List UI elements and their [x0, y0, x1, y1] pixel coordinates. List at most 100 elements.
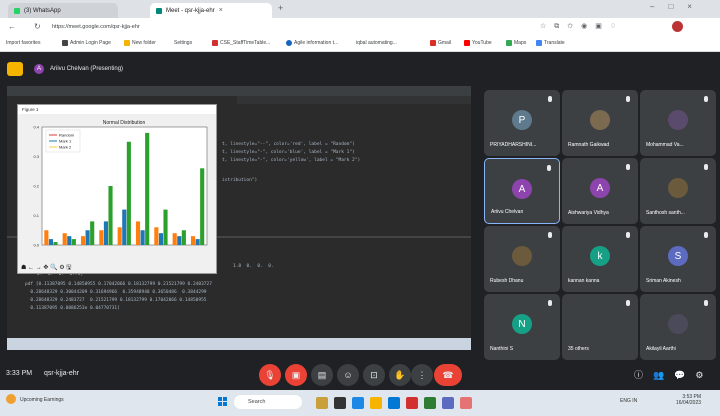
- y-tick-label: 0.1: [33, 213, 39, 218]
- chart-bar: [190, 236, 196, 245]
- participant-tile[interactable]: 35 others: [562, 294, 638, 360]
- participant-tile[interactable]: S Sriman Akinesh: [640, 226, 716, 292]
- chart-bar: [90, 221, 95, 245]
- app-icon[interactable]: [316, 397, 328, 409]
- participant-avatar: N: [512, 314, 532, 334]
- mic-muted-icon: [626, 232, 630, 238]
- participant-name: PRIYADHARSHINI...: [490, 142, 537, 148]
- chart-bar: [62, 233, 67, 245]
- participant-tile[interactable]: k kannan kanna: [562, 226, 638, 292]
- chart-bar: [154, 227, 159, 245]
- weather-icon: [6, 394, 16, 404]
- mic-muted-icon: [548, 232, 552, 238]
- camera-off-button[interactable]: ▣: [285, 364, 307, 386]
- participant-name: 35 others: [568, 346, 589, 352]
- folder-icon[interactable]: [370, 397, 382, 409]
- participant-tile[interactable]: A Aishwariya Vidhya: [562, 158, 638, 224]
- chart-bar: [200, 168, 205, 245]
- meeting-tools-icons[interactable]: ⓘ👥💬⚙: [634, 368, 713, 381]
- chart-bar: [103, 221, 108, 245]
- bookmark-item[interactable]: New folder: [124, 40, 156, 46]
- toolbar-icons[interactable]: ☆⧉✩◉▣♢: [540, 22, 624, 31]
- app-icon[interactable]: [424, 397, 436, 409]
- participant-tile[interactable]: Akilayil Aarthi: [640, 294, 716, 360]
- mic-muted-icon: [548, 96, 552, 102]
- ide-tabs: [237, 96, 471, 104]
- figure-toolbar[interactable]: ☗ ← → ✥ 🔍 ⚙ 🖫: [21, 263, 71, 273]
- bookmark-item[interactable]: CSE_StaffTimeTable...: [212, 40, 270, 46]
- reload-icon[interactable]: ↻: [34, 22, 41, 31]
- taskbar-search[interactable]: Search: [234, 395, 302, 409]
- tab-whatsapp[interactable]: (3) WhatsApp: [8, 3, 118, 18]
- start-icon[interactable]: [218, 397, 228, 407]
- participant-avatar: [668, 110, 688, 130]
- participant-name: Akilayil Aarthi: [646, 346, 676, 352]
- app-icon[interactable]: [334, 397, 346, 409]
- new-tab-icon[interactable]: +: [278, 3, 283, 13]
- bookmark-item[interactable]: Settings: [174, 40, 192, 46]
- console-line: pdf [0.11387095 0.14850955 0.17042066 0.…: [25, 282, 212, 287]
- tab-label: (3) WhatsApp: [24, 7, 61, 14]
- participant-tile[interactable]: Rubesh Dhanu: [484, 226, 560, 292]
- chart-bar: [195, 239, 200, 245]
- meet-icon: [156, 7, 162, 14]
- bookmark-item[interactable]: Import favorites: [6, 40, 40, 46]
- participant-tile[interactable]: P PRIYADHARSHINI...: [484, 90, 560, 156]
- app-icon[interactable]: [406, 397, 418, 409]
- address-bar: ← ↻ https://meet.google.com/qsr-kjja-ehr…: [0, 18, 720, 36]
- url-input[interactable]: https://meet.google.com/qsr-kjja-ehr: [52, 21, 472, 33]
- whatsapp-icon: [14, 7, 20, 14]
- participant-avatar: [668, 178, 688, 198]
- chart-bar: [53, 242, 58, 245]
- app-icon[interactable]: [460, 397, 472, 409]
- profile-avatar[interactable]: [672, 21, 683, 32]
- bookmark-item[interactable]: YouTube: [464, 40, 492, 46]
- figure-window: Figure 1 Normal Distribution 0.0 0.1 0.2 0.…: [17, 104, 217, 274]
- clock[interactable]: 3:53 PM 16/04/2023: [676, 394, 701, 406]
- present-button[interactable]: ⊡: [363, 364, 385, 386]
- participant-tile[interactable]: Mohammad Va...: [640, 90, 716, 156]
- emoji-button[interactable]: ☺: [337, 364, 359, 386]
- leave-call-button[interactable]: ☎: [434, 364, 462, 386]
- raise-hand-button[interactable]: ✋: [389, 364, 411, 386]
- bookmark-item[interactable]: Agile information t...: [286, 40, 338, 46]
- participant-avatar: [512, 246, 532, 266]
- bookmarks-bar: Import favorites Admin Login Page New fo…: [0, 36, 720, 52]
- edge-icon[interactable]: [388, 397, 400, 409]
- chart-bar: [117, 227, 122, 245]
- app-icon[interactable]: [352, 397, 364, 409]
- captions-button[interactable]: ▤: [311, 364, 333, 386]
- participant-tile[interactable]: A Ariivu Chelvan: [484, 158, 560, 224]
- bookmark-item[interactable]: Gmail: [430, 40, 451, 46]
- bookmark-item[interactable]: Admin Login Page: [62, 40, 111, 46]
- weather-label[interactable]: Upcoming Earnings: [20, 397, 64, 403]
- close-icon[interactable]: ×: [219, 7, 223, 14]
- participant-avatar: P: [512, 110, 532, 130]
- bookmark-item[interactable]: iqbal automating...: [356, 40, 397, 46]
- search-label: Search: [248, 399, 266, 405]
- participant-tile[interactable]: Ramnath Gaikwad: [562, 90, 638, 156]
- back-icon[interactable]: ←: [8, 22, 16, 31]
- participant-tile[interactable]: N Nanthini S: [484, 294, 560, 360]
- remote-taskbar: [7, 338, 471, 350]
- mic-muted-icon: [547, 165, 551, 171]
- tab-meet[interactable]: Meet - qsr-kjja-ehr ×: [150, 3, 272, 18]
- participant-name: Santhosh santh...: [646, 210, 685, 216]
- mic-muted-icon: [704, 96, 708, 102]
- bookmark-item[interactable]: Translate: [536, 40, 565, 46]
- participant-avatar: A: [512, 179, 532, 199]
- mic-muted-icon: [548, 300, 552, 306]
- participant-tile[interactable]: Santhosh santh...: [640, 158, 716, 224]
- chart-bar: [99, 230, 104, 245]
- mic-muted-icon: [704, 300, 708, 306]
- more-options-button[interactable]: ⋮: [411, 364, 433, 386]
- y-tick-label: 0.4: [33, 125, 39, 130]
- app-icon[interactable]: [442, 397, 454, 409]
- bookmark-item[interactable]: Maps: [506, 40, 526, 46]
- mic-off-button[interactable]: 🎙: [259, 364, 281, 386]
- chart-bar: [135, 221, 141, 245]
- participant-name: Nanthini S: [490, 346, 514, 352]
- chart-bar: [48, 239, 53, 245]
- window-controls[interactable]: –□×: [650, 2, 706, 11]
- language-indicator[interactable]: ENG IN: [620, 398, 637, 404]
